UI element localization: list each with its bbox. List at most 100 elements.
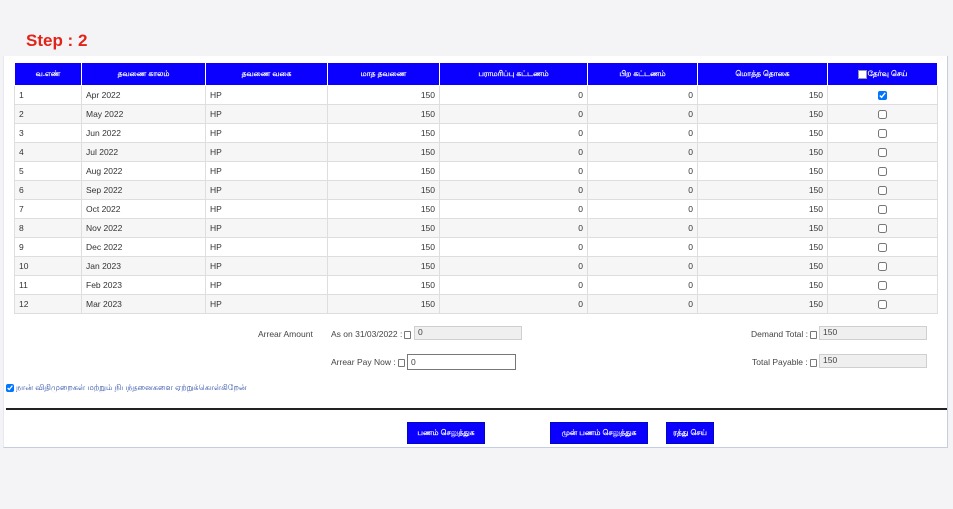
row-select-checkbox[interactable] [878,167,887,177]
row-sno: 3 [14,123,82,143]
cancel-button[interactable]: ரத்து செய் [666,422,714,444]
payment-panel: வ.எண் தவணை காலம் தவணை வகை மாத தவணை பராமர… [3,56,948,448]
row-select-cell [827,85,938,105]
table-row: 10 Jan 2023 HP 150 0 0 150 [14,256,938,276]
row-sno: 4 [14,142,82,162]
row-select-checkbox[interactable] [878,186,887,196]
row-select-cell [827,218,938,238]
row-other: 0 [587,275,698,295]
row-period: Jan 2023 [81,256,206,276]
row-monthly: 150 [327,218,440,238]
row-maintenance: 0 [439,161,588,181]
table-row: 8 Nov 2022 HP 150 0 0 150 [14,218,938,238]
calendar-icon [809,358,817,367]
row-period: Oct 2022 [81,199,206,219]
row-type: HP [205,85,328,105]
row-total: 150 [697,123,828,143]
row-select-cell [827,104,938,124]
row-monthly: 150 [327,85,440,105]
row-select-checkbox[interactable] [878,224,887,234]
row-period: Dec 2022 [81,237,206,257]
as-on-text: As on 31/03/2022 : [331,329,403,339]
row-maintenance: 0 [439,142,588,162]
row-period: Jun 2022 [81,123,206,143]
row-select-checkbox[interactable] [878,91,887,101]
row-sno: 1 [14,85,82,105]
row-period: May 2022 [81,104,206,124]
row-period: Aug 2022 [81,161,206,181]
arrear-pay-now-input[interactable]: 0 [407,354,516,370]
row-monthly: 150 [327,237,440,257]
row-type: HP [205,199,328,219]
terms-agreement[interactable]: நான் விதிமுறைகள் மற்றும் நிபந்தனைகளை ஏற்… [6,383,247,393]
table-row: 9 Dec 2022 HP 150 0 0 150 [14,237,938,257]
row-other: 0 [587,161,698,181]
row-other: 0 [587,256,698,276]
row-other: 0 [587,104,698,124]
row-select-checkbox[interactable] [878,148,887,158]
row-sno: 7 [14,199,82,219]
row-other: 0 [587,199,698,219]
select-all-box[interactable] [857,69,867,79]
total-payable-label: Total Payable : [752,357,819,367]
row-select-checkbox[interactable] [878,129,887,139]
row-select-checkbox[interactable] [878,300,887,310]
terms-checkbox[interactable] [6,383,14,392]
row-sno: 12 [14,294,82,314]
col-header-sno: வ.எண் [14,62,82,86]
row-total: 150 [697,85,828,105]
row-type: HP [205,161,328,181]
row-maintenance: 0 [439,85,588,105]
row-sno: 5 [14,161,82,181]
row-monthly: 150 [327,275,440,295]
row-total: 150 [697,256,828,276]
total-payable-field: 150 [819,354,927,368]
step-label: Step : 2 [26,31,88,50]
table-header-row: வ.எண் தவணை காலம் தவணை வகை மாத தவணை பராமர… [14,62,938,86]
col-header-select: தேர்வு செய் [827,62,938,86]
row-period: Nov 2022 [81,218,206,238]
col-header-maintenance: பராமரிப்பு கட்டணம் [439,62,588,86]
demand-total-text: Demand Total : [751,329,809,339]
row-type: HP [205,123,328,143]
pay-button[interactable]: பணம் செலுத்துக [407,422,485,444]
row-select-cell [827,180,938,200]
row-maintenance: 0 [439,218,588,238]
row-select-checkbox[interactable] [878,110,887,120]
row-select-checkbox[interactable] [878,281,887,291]
table-row: 5 Aug 2022 HP 150 0 0 150 [14,161,938,181]
row-monthly: 150 [327,294,440,314]
row-select-checkbox[interactable] [878,262,887,272]
advance-pay-button[interactable]: முன் பணம் செலுத்துக [550,422,648,444]
total-payable-text: Total Payable : [752,357,808,367]
row-type: HP [205,142,328,162]
row-sno: 6 [14,180,82,200]
row-total: 150 [697,275,828,295]
col-header-monthly: மாத தவணை [327,62,440,86]
row-other: 0 [587,85,698,105]
row-other: 0 [587,180,698,200]
row-total: 150 [697,294,828,314]
row-other: 0 [587,123,698,143]
row-type: HP [205,237,328,257]
row-monthly: 150 [327,180,440,200]
row-maintenance: 0 [439,275,588,295]
row-total: 150 [697,104,828,124]
row-select-checkbox[interactable] [878,205,887,215]
row-monthly: 150 [327,123,440,143]
row-select-cell [827,294,938,314]
divider [6,408,947,410]
row-period: Sep 2022 [81,180,206,200]
row-period: Feb 2023 [81,275,206,295]
row-monthly: 150 [327,104,440,124]
arrear-pay-now-text: Arrear Pay Now : [331,357,396,367]
demand-total-field: 150 [819,326,927,340]
col-header-type: தவணை வகை [205,62,328,86]
table-row: 1 Apr 2022 HP 150 0 0 150 [14,85,938,105]
row-maintenance: 0 [439,123,588,143]
as-on-field: 0 [414,326,522,340]
demand-total-label: Demand Total : [751,329,819,339]
row-other: 0 [587,218,698,238]
row-period: Mar 2023 [81,294,206,314]
row-select-checkbox[interactable] [878,243,887,253]
